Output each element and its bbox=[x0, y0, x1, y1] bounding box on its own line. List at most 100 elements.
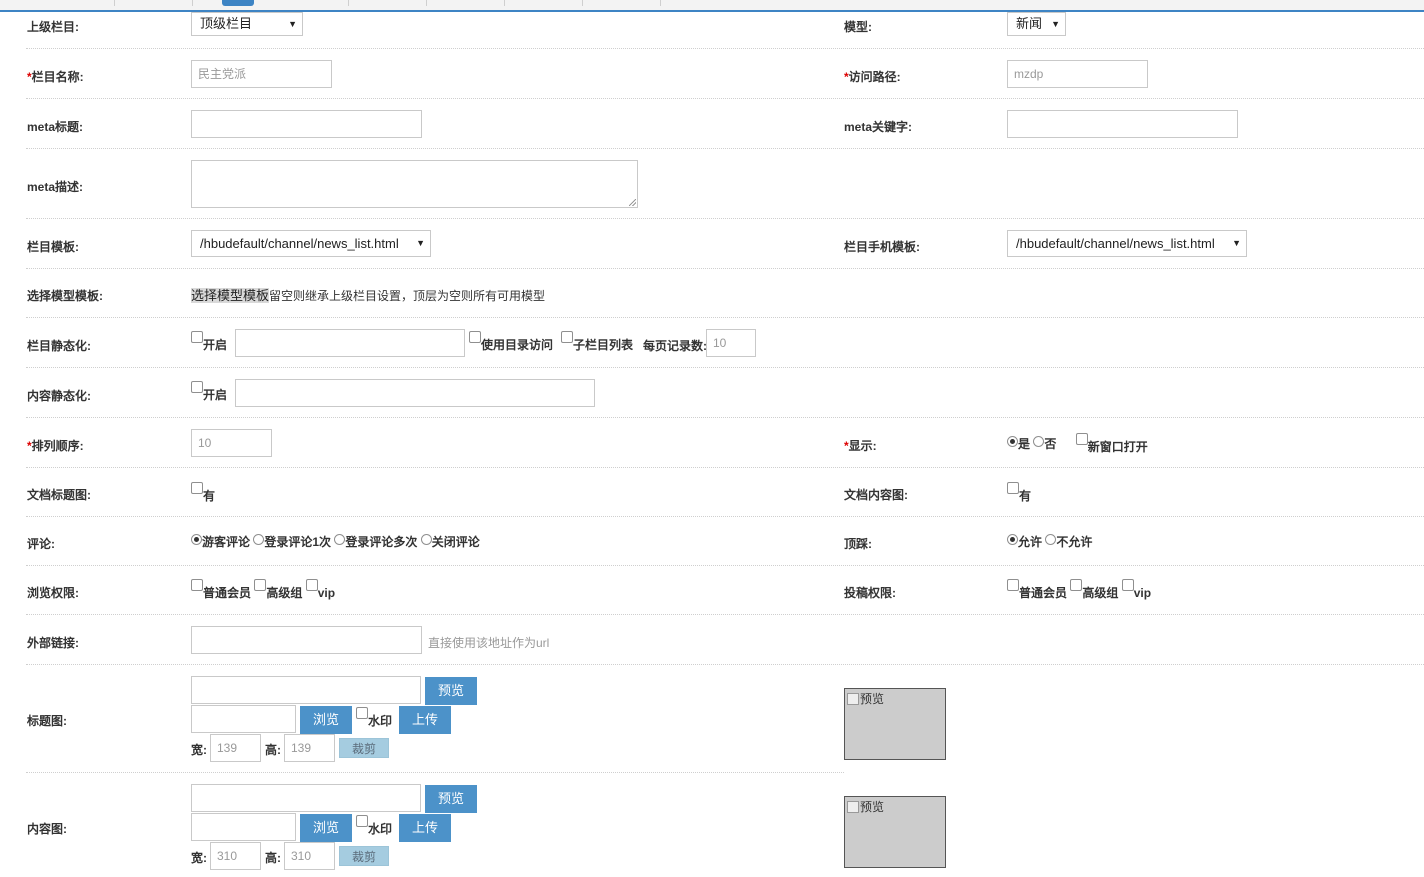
row-content-pic: 内容图: 预览 浏览 水印 上传 宽: 310 高: 310 裁剪 bbox=[26, 772, 844, 877]
comment-login-multi-radio[interactable] bbox=[334, 534, 346, 545]
contrib-perm-label: 投稿权限: bbox=[844, 586, 896, 600]
content-pic-width-input[interactable]: 310 bbox=[210, 842, 261, 870]
new-window-checkbox[interactable] bbox=[1075, 433, 1088, 445]
title-pic-width-input[interactable]: 139 bbox=[210, 734, 261, 762]
title-pic-file-input[interactable] bbox=[191, 705, 296, 733]
checkbox[interactable] bbox=[561, 331, 573, 343]
comment-login-once-radio[interactable] bbox=[253, 534, 265, 545]
title-pic-browse-button[interactable]: 浏览 bbox=[300, 706, 352, 734]
content-pic-path-input[interactable] bbox=[191, 784, 421, 812]
checkbox[interactable] bbox=[1007, 482, 1019, 494]
mobile-tpl-select[interactable]: /hbudefault/channel/news_list.html ▼ bbox=[1007, 230, 1247, 257]
title-pic-width-label: 宽: bbox=[191, 743, 207, 757]
view-perm-vip-checkbox[interactable] bbox=[305, 579, 318, 591]
title-pic-preview-button[interactable]: 预览 bbox=[425, 677, 477, 705]
contrib-perm-vip-checkbox[interactable] bbox=[1121, 579, 1134, 591]
channel-static-enable[interactable]: 开启 bbox=[191, 331, 227, 352]
title-pic-path-input[interactable] bbox=[191, 676, 421, 704]
display-no-radio[interactable] bbox=[1033, 436, 1045, 447]
contrib-perm-options: 普通会员 高级组 vip bbox=[1007, 579, 1151, 600]
meta-title-input[interactable] bbox=[191, 110, 422, 138]
model-tpl-link[interactable]: 选择模型模板 bbox=[191, 288, 270, 303]
checkbox[interactable] bbox=[191, 381, 203, 393]
contrib-perm-normal-checkbox[interactable] bbox=[1007, 579, 1019, 591]
meta-keywords-label: meta关键字: bbox=[844, 120, 913, 134]
content-pic-crop-button[interactable]: 裁剪 bbox=[339, 846, 389, 866]
tab[interactable] bbox=[582, 0, 661, 6]
meta-title-label: meta标题: bbox=[27, 120, 84, 134]
use-dir-option[interactable]: 使用目录访问 bbox=[469, 331, 553, 352]
checkbox[interactable] bbox=[191, 482, 203, 494]
chevron-down-icon: ▼ bbox=[1051, 19, 1060, 29]
order-input[interactable]: 10 bbox=[191, 429, 272, 457]
external-link-input[interactable] bbox=[191, 626, 422, 654]
tab[interactable] bbox=[504, 0, 583, 6]
content-pic-height-input[interactable]: 310 bbox=[284, 842, 335, 870]
comment-closed-radio[interactable] bbox=[420, 534, 432, 545]
content-pic-browse-button[interactable]: 浏览 bbox=[300, 814, 352, 842]
checkbox[interactable] bbox=[356, 815, 368, 827]
name-input[interactable]: 民主党派 bbox=[191, 60, 332, 88]
per-page-input[interactable]: 10 bbox=[706, 329, 756, 357]
channel-static-path-input[interactable] bbox=[235, 329, 465, 357]
title-pic-crop-button[interactable]: 裁剪 bbox=[339, 738, 389, 758]
name-label: *栏目名称: bbox=[27, 70, 84, 84]
view-perm-normal-checkbox[interactable] bbox=[191, 579, 203, 591]
chevron-down-icon: ▼ bbox=[1232, 238, 1241, 248]
tpl-label: 栏目模板: bbox=[27, 240, 79, 254]
updown-label: 顶踩: bbox=[844, 537, 872, 551]
tab[interactable] bbox=[114, 0, 193, 6]
resize-grip-icon[interactable] bbox=[629, 199, 636, 206]
meta-desc-label: meta描述: bbox=[27, 180, 84, 194]
top-tab-strip bbox=[0, 0, 1424, 12]
display-yes-radio[interactable] bbox=[1007, 436, 1018, 447]
content-static-enable[interactable]: 开启 bbox=[191, 381, 227, 402]
row-parent-model: 上级栏目: 顶级栏目 ▼ 模型: 新闻 ▼ bbox=[26, 12, 1424, 49]
row-meta-desc: meta描述: bbox=[26, 148, 1424, 219]
tpl-select[interactable]: /hbudefault/channel/news_list.html ▼ bbox=[191, 230, 431, 257]
updown-disallow-radio[interactable] bbox=[1045, 534, 1057, 545]
content-pic-preview-button[interactable]: 预览 bbox=[425, 785, 477, 813]
sub-list-option[interactable]: 子栏目列表 bbox=[561, 331, 633, 352]
content-img-label: 文档内容图: bbox=[844, 488, 908, 502]
updown-allow-radio[interactable] bbox=[1007, 534, 1018, 545]
tab[interactable] bbox=[36, 0, 115, 6]
meta-keywords-input[interactable] bbox=[1007, 110, 1238, 138]
content-img-option[interactable]: 有 bbox=[1007, 482, 1031, 503]
title-img-option[interactable]: 有 bbox=[191, 482, 215, 503]
title-pic-upload-button[interactable]: 上传 bbox=[399, 706, 451, 734]
path-input[interactable]: mzdp bbox=[1007, 60, 1148, 88]
model-select[interactable]: 新闻 ▼ bbox=[1007, 12, 1066, 36]
row-external-link: 外部链接: 直接使用该地址作为url bbox=[26, 614, 1424, 665]
content-pic-preview-image: 预览 bbox=[844, 796, 946, 868]
meta-desc-textarea[interactable] bbox=[191, 160, 638, 208]
content-static-path-input[interactable] bbox=[235, 379, 595, 407]
chevron-down-icon: ▼ bbox=[288, 19, 297, 29]
row-doc-images: 文档标题图: 有 文档内容图: 有 bbox=[26, 467, 1424, 517]
content-pic-file-input[interactable] bbox=[191, 813, 296, 841]
title-pic-watermark[interactable]: 水印 bbox=[356, 707, 392, 728]
view-perm-senior-checkbox[interactable] bbox=[254, 579, 267, 591]
comment-guest-radio[interactable] bbox=[191, 534, 202, 545]
tab[interactable] bbox=[426, 0, 505, 6]
parent-select[interactable]: 顶级栏目 ▼ bbox=[191, 12, 303, 36]
title-pic-preview-image: 预览 bbox=[844, 688, 946, 760]
row-channel-static: 栏目静态化: 开启 使用目录访问 子栏目列表 每页记录数: 10 bbox=[26, 317, 1424, 368]
row-content-static: 内容静态化: 开启 bbox=[26, 367, 1424, 418]
tab[interactable] bbox=[348, 0, 427, 6]
view-perm-options: 普通会员 高级组 vip bbox=[191, 579, 335, 600]
title-pic-height-input[interactable]: 139 bbox=[284, 734, 335, 762]
row-permissions: 浏览权限: 普通会员 高级组 vip 投稿权限: 普通会员 高级组 vip bbox=[26, 565, 1424, 615]
checkbox[interactable] bbox=[191, 331, 203, 343]
content-pic-upload-button[interactable]: 上传 bbox=[399, 814, 451, 842]
checkbox[interactable] bbox=[469, 331, 481, 343]
broken-image-icon bbox=[847, 693, 859, 705]
tab-active[interactable] bbox=[222, 0, 254, 6]
parent-label: 上级栏目: bbox=[27, 20, 79, 34]
checkbox[interactable] bbox=[356, 707, 368, 719]
contrib-perm-senior-checkbox[interactable] bbox=[1070, 579, 1083, 591]
tab[interactable] bbox=[270, 0, 349, 6]
title-pic-label: 标题图: bbox=[27, 714, 67, 728]
content-pic-watermark[interactable]: 水印 bbox=[356, 815, 392, 836]
row-templates: 栏目模板: /hbudefault/channel/news_list.html… bbox=[26, 218, 1424, 269]
